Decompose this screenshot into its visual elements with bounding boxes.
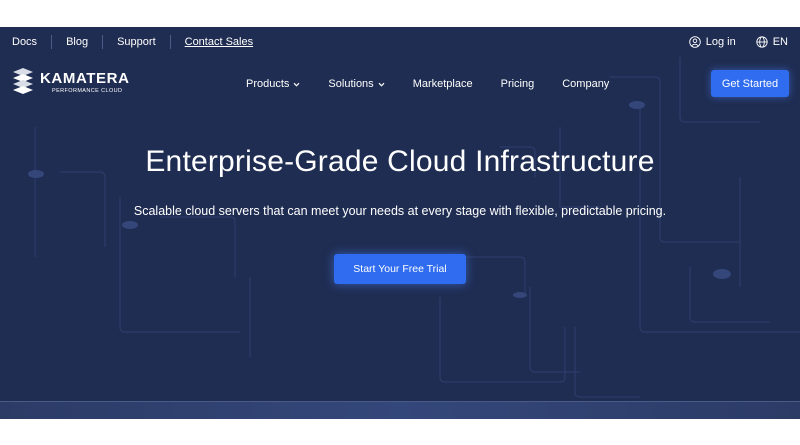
- nav-menu: Products Solutions Marketplace Pricing C…: [246, 65, 637, 103]
- section-divider-band: [0, 401, 800, 419]
- nav-label-solutions: Solutions: [328, 78, 374, 90]
- language-label: EN: [772, 36, 788, 48]
- utility-right: Log in EN: [688, 36, 788, 48]
- docs-link[interactable]: Docs: [12, 35, 53, 49]
- brand-tagline: PERFORMANCE CLOUD: [52, 87, 123, 94]
- support-link[interactable]: Support: [103, 35, 171, 49]
- brand-logo[interactable]: KAMATERA PERFORMANCE CLOUD: [11, 67, 130, 97]
- hero-section: Docs Blog Support Contact Sales Log in E…: [0, 27, 800, 419]
- nav-label-pricing: Pricing: [500, 78, 535, 90]
- main-nav: KAMATERA PERFORMANCE CLOUD Products Solu…: [0, 65, 800, 103]
- nav-label-products: Products: [246, 78, 290, 90]
- utility-bar: Docs Blog Support Contact Sales Log in E…: [0, 27, 800, 57]
- get-started-button[interactable]: Get Started: [711, 70, 789, 97]
- chevron-down-icon: [378, 82, 385, 87]
- hero-subtitle: Scalable cloud servers that can meet you…: [133, 204, 667, 218]
- nav-item-solutions[interactable]: Solutions: [328, 78, 385, 90]
- login-label: Log in: [705, 36, 736, 48]
- logo-text: KAMATERA PERFORMANCE CLOUD: [40, 69, 130, 94]
- nav-label-company: Company: [562, 78, 610, 90]
- chevron-down-icon: [293, 82, 300, 87]
- nav-item-pricing[interactable]: Pricing: [501, 78, 535, 90]
- brand-name: KAMATERA: [40, 69, 130, 87]
- start-free-trial-button[interactable]: Start Your Free Trial: [334, 254, 466, 284]
- user-icon: [688, 36, 701, 48]
- language-selector[interactable]: EN: [756, 36, 788, 48]
- blog-link[interactable]: Blog: [52, 35, 104, 49]
- login-link[interactable]: Log in: [688, 36, 736, 48]
- kamatera-logo-icon: [13, 68, 33, 94]
- hero-title: Enterprise-Grade Cloud Infrastructure: [145, 145, 655, 178]
- nav-label-marketplace: Marketplace: [412, 78, 473, 90]
- contact-sales-link[interactable]: Contact Sales: [171, 35, 267, 49]
- nav-item-marketplace[interactable]: Marketplace: [413, 78, 473, 90]
- nav-item-company[interactable]: Company: [562, 78, 609, 90]
- nav-item-products[interactable]: Products: [246, 78, 300, 90]
- globe-icon: [756, 36, 768, 48]
